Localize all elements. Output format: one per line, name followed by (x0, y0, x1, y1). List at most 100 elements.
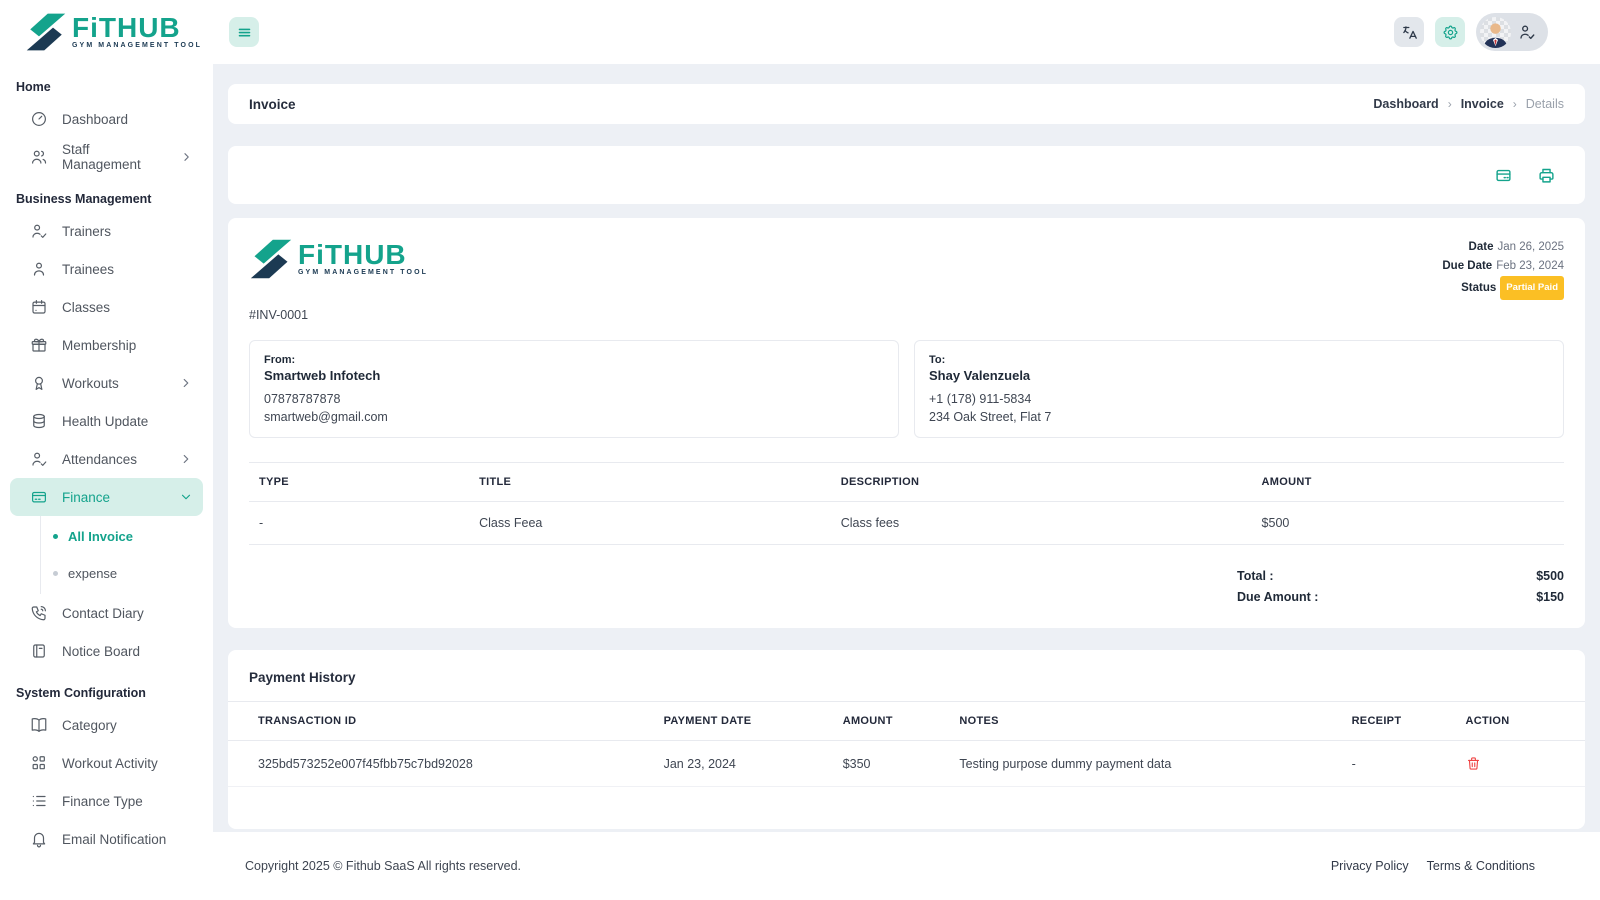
avatar (1480, 17, 1511, 48)
col-header-amount: AMOUNT (843, 702, 960, 741)
payment-amount: $350 (843, 741, 960, 787)
payment-transaction-id: 325bd573252e007f45fbb75c7bd92028 (228, 741, 664, 787)
payment-card-icon[interactable] (1495, 167, 1512, 184)
translate-icon (1401, 24, 1418, 41)
to-name: Shay Valenzuela (929, 368, 1549, 383)
sidebar-item-contact-diary[interactable]: Contact Diary (10, 594, 203, 632)
sidebar-item-workout-activity[interactable]: Workout Activity (10, 744, 203, 782)
sidebar-item-label: Category (62, 718, 117, 733)
user-check-icon (1518, 23, 1536, 41)
chevron-right-icon (180, 150, 193, 164)
sidebar-item-label: Dashboard (62, 112, 128, 127)
due-amount-label: Due Amount : (1237, 590, 1318, 604)
invoice-number: #INV-0001 (249, 308, 1564, 322)
invoice-due-date-label: Due Date (1442, 260, 1492, 272)
breadcrumb: Dashboard › Invoice › Details (1373, 97, 1564, 111)
calendar-icon (30, 298, 48, 316)
sidebar-item-email-notification[interactable]: Email Notification (10, 820, 203, 858)
invoice-from-box: From: Smartweb Infotech 07878787878 smar… (249, 340, 899, 438)
breadcrumb-separator: › (1513, 97, 1517, 111)
brand-wordmark: FiTHUB (298, 242, 428, 268)
payment-date: Jan 23, 2024 (664, 741, 843, 787)
sidebar-item-label: Staff Management (62, 142, 166, 172)
print-icon[interactable] (1538, 167, 1555, 184)
payment-notes: Testing purpose dummy payment data (959, 741, 1351, 787)
sidebar-item-health-update[interactable]: Health Update (10, 402, 203, 440)
sidebar-item-trainers[interactable]: Trainers (10, 212, 203, 250)
profile-menu-button[interactable] (1476, 13, 1548, 51)
sidebar-item-label: Trainees (62, 262, 114, 277)
finance-submenu: All Invoice expense (40, 516, 213, 594)
invoice-details-card: FiTHUB GYM MANAGEMENT TOOL DateJan 26, 2… (228, 218, 1585, 628)
submenu-item-all-invoice[interactable]: All Invoice (41, 518, 213, 555)
invoice-totals: Total : $500 Due Amount : $150 (249, 569, 1564, 604)
language-button[interactable] (1394, 17, 1424, 47)
bell-icon (30, 830, 48, 848)
sidebar-item-category[interactable]: Category (10, 706, 203, 744)
item-type: - (249, 502, 479, 545)
submenu-item-expense[interactable]: expense (41, 555, 213, 592)
sidebar-item-label: Contact Diary (62, 606, 144, 621)
sidebar-item-dashboard[interactable]: Dashboard (10, 100, 203, 138)
breadcrumb-dashboard[interactable]: Dashboard (1373, 97, 1438, 111)
award-icon (30, 374, 48, 392)
database-icon (30, 412, 48, 430)
from-phone: 07878787878 (264, 392, 884, 406)
users-icon (30, 148, 48, 166)
components-icon (30, 754, 48, 772)
terms-conditions-link[interactable]: Terms & Conditions (1427, 859, 1535, 873)
delete-payment-icon[interactable] (1466, 756, 1481, 771)
due-amount-value: $150 (1536, 590, 1564, 604)
bullet-icon (53, 571, 58, 576)
chevron-down-icon (179, 490, 193, 504)
section-title-system: System Configuration (0, 686, 213, 700)
sidebar-item-label: Membership (62, 338, 136, 353)
sidebar-item-membership[interactable]: Membership (10, 326, 203, 364)
sidebar-item-finance[interactable]: Finance (10, 478, 203, 516)
user-check-icon (30, 222, 48, 240)
app-logo[interactable]: FiTHUB GYM MANAGEMENT TOOL (0, 0, 213, 64)
sidebar-item-trainees[interactable]: Trainees (10, 250, 203, 288)
chevron-right-icon (179, 452, 193, 466)
submenu-item-label: All Invoice (68, 529, 133, 544)
submenu-item-label: expense (68, 566, 117, 581)
gear-icon (1442, 24, 1459, 41)
book-icon (30, 716, 48, 734)
invoice-date-label: Date (1469, 241, 1494, 253)
brand-tagline: GYM MANAGEMENT TOOL (72, 42, 202, 49)
bullet-icon (53, 534, 58, 539)
sidebar-item-workouts[interactable]: Workouts (10, 364, 203, 402)
breadcrumb-invoice[interactable]: Invoice (1461, 97, 1504, 111)
settings-button[interactable] (1435, 17, 1465, 47)
payment-history-table: TRANSACTION ID PAYMENT DATE AMOUNT NOTES… (228, 701, 1585, 787)
credit-card-icon (30, 488, 48, 506)
sidebar-item-notice-board[interactable]: Notice Board (10, 632, 203, 670)
sidebar-item-finance-type[interactable]: Finance Type (10, 782, 203, 820)
status-badge: Partial Paid (1500, 276, 1564, 300)
invoice-actions-card (228, 146, 1585, 204)
main-content: Invoice Dashboard › Invoice › Details (213, 64, 1600, 832)
brand-mark-icon (249, 238, 293, 280)
invoice-date-value: Jan 26, 2025 (1497, 241, 1564, 253)
sidebar-item-label: Attendances (62, 452, 137, 467)
sidebar-item-label: Trainers (62, 224, 111, 239)
privacy-policy-link[interactable]: Privacy Policy (1331, 859, 1409, 873)
col-header-type: TYPE (249, 463, 479, 502)
sidebar-item-label: Workout Activity (62, 756, 158, 771)
sidebar-item-label: Finance Type (62, 794, 143, 809)
menu-toggle-button[interactable] (229, 17, 259, 47)
breadcrumb-separator: › (1448, 97, 1452, 111)
brand-mark-icon (25, 12, 67, 52)
phone-call-icon (30, 604, 48, 622)
sidebar-item-staff-management[interactable]: Staff Management (10, 138, 203, 176)
sidebar-item-classes[interactable]: Classes (10, 288, 203, 326)
table-row: 325bd573252e007f45fbb75c7bd92028 Jan 23,… (228, 741, 1585, 787)
items-header-row: TYPE TITLE DESCRIPTION AMOUNT (249, 463, 1564, 502)
sidebar-item-attendances[interactable]: Attendances (10, 440, 203, 478)
invoice-due-date-value: Feb 23, 2024 (1496, 260, 1564, 272)
sidebar-item-label: Finance (62, 490, 110, 505)
col-header-description: DESCRIPTION (841, 463, 1262, 502)
to-address: 234 Oak Street, Flat 7 (929, 410, 1549, 424)
sidebar-item-label: Email Notification (62, 832, 166, 847)
col-header-amount: AMOUNT (1262, 463, 1564, 502)
